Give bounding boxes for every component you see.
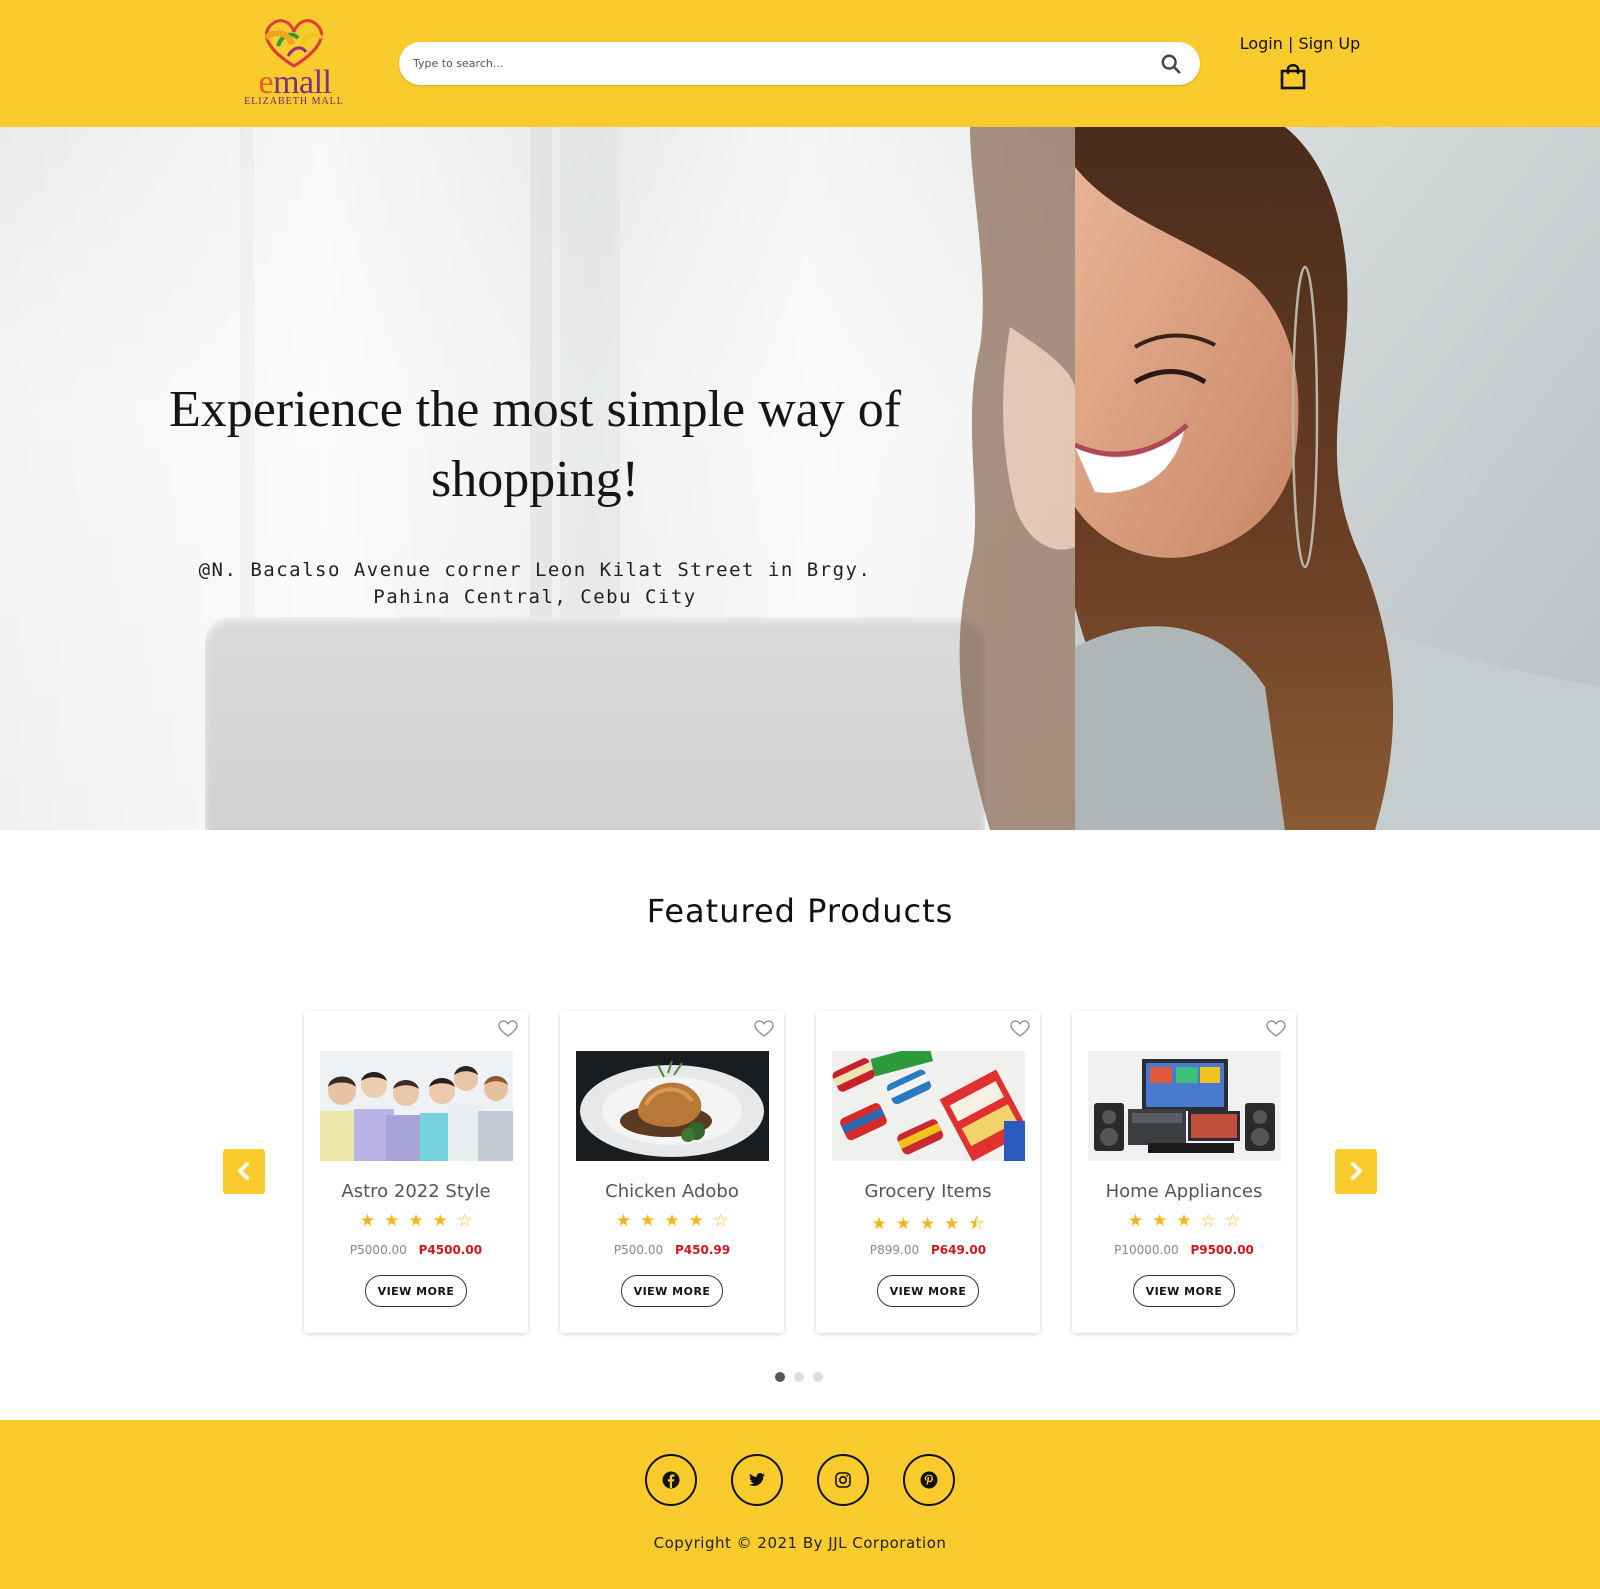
product-card: Astro 2022 Style ★★★★☆ P5000.00 P4500.00… — [304, 1011, 528, 1333]
product-name[interactable]: Home Appliances — [1072, 1181, 1296, 1202]
pinterest-link[interactable] — [903, 1454, 955, 1506]
product-card: Home Appliances ★★★☆☆ P10000.00 P9500.00… — [1072, 1011, 1296, 1333]
twitter-icon — [749, 1473, 765, 1486]
view-more-button[interactable]: VIEW MORE — [621, 1275, 723, 1307]
product-rating-stars: ★★★★☆ — [615, 1211, 738, 1231]
emall-logo[interactable]: emall ELIZABETH MALL — [240, 16, 348, 110]
logo-heart-icon — [263, 19, 324, 68]
featured-products-title: Featured Products — [646, 892, 954, 930]
hero-address: @N. Bacalso Avenue corner Leon Kilat Str… — [170, 557, 900, 611]
hero-face-overlay — [930, 127, 1075, 830]
instagram-link[interactable] — [817, 1454, 869, 1506]
signup-link[interactable]: Sign Up — [1298, 34, 1360, 53]
facebook-icon — [662, 1471, 680, 1489]
product-name[interactable]: Astro 2022 Style — [304, 1181, 528, 1202]
chevron-left-icon — [238, 1162, 249, 1180]
carousel-dot-2[interactable] — [794, 1372, 804, 1382]
instagram-icon — [835, 1472, 851, 1488]
twitter-link[interactable] — [731, 1454, 783, 1506]
product-sale-price: P4500.00 — [418, 1243, 483, 1257]
heart-icon[interactable] — [1266, 1020, 1286, 1038]
product-card: Grocery Items ★★★★⯪ P899.00 P649.00 VIEW… — [816, 1011, 1040, 1333]
product-old-price: P10000.00 — [1114, 1243, 1179, 1257]
facebook-link[interactable] — [645, 1454, 697, 1506]
product-rating-stars: ★★★★☆ — [359, 1211, 482, 1231]
product-card: Chicken Adobo ★★★★☆ P500.00 P450.99 VIEW… — [560, 1011, 784, 1333]
carousel-next-button[interactable] — [1335, 1149, 1377, 1194]
carousel-pagination — [775, 1372, 835, 1384]
hero-woman-photo — [1075, 127, 1600, 830]
product-rating-stars: ★★★★⯪ — [871, 1214, 994, 1234]
product-rating-stars: ★★★☆☆ — [1127, 1211, 1250, 1231]
hero-address-line-1: @N. Bacalso Avenue corner Leon Kilat Str… — [198, 559, 872, 581]
product-sale-price: P9500.00 — [1190, 1243, 1254, 1257]
pinterest-icon — [920, 1471, 938, 1489]
product-carousel: Astro 2022 Style ★★★★☆ P5000.00 P4500.00… — [304, 1011, 1298, 1335]
site-header: emall ELIZABETH MALL Login | Sign Up — [0, 0, 1600, 127]
hero-laptop-image — [205, 617, 985, 830]
product-name[interactable]: Chicken Adobo — [560, 1181, 784, 1202]
product-sale-price: P450.99 — [674, 1243, 731, 1257]
login-link[interactable]: Login — [1240, 34, 1283, 53]
shopping-bag-icon[interactable] — [1280, 62, 1306, 90]
heart-icon[interactable] — [754, 1020, 774, 1038]
product-image[interactable] — [576, 1051, 769, 1161]
product-name[interactable]: Grocery Items — [816, 1181, 1040, 1202]
logo-subtitle: ELIZABETH MALL — [244, 96, 344, 107]
heart-icon[interactable] — [498, 1020, 518, 1038]
product-prices: P500.00 P450.99 — [560, 1243, 784, 1257]
hero-address-line-2: Pahina Central, Cebu City — [373, 586, 697, 608]
product-image[interactable] — [1088, 1051, 1281, 1161]
chevron-right-icon — [1351, 1162, 1362, 1180]
search-input[interactable] — [413, 42, 1133, 85]
product-image[interactable] — [320, 1051, 513, 1161]
search-icon[interactable] — [1160, 53, 1182, 75]
search-bar — [399, 42, 1200, 85]
carousel-dot-3[interactable] — [813, 1372, 823, 1382]
hero-banner: Experience the most simple way of shoppi… — [0, 127, 1600, 830]
view-more-button[interactable]: VIEW MORE — [1133, 1275, 1235, 1307]
product-old-price: P899.00 — [869, 1243, 920, 1257]
carousel-prev-button[interactable] — [223, 1149, 265, 1194]
site-footer: Copyright © 2021 By JJL Corporation — [0, 1420, 1600, 1589]
product-image[interactable] — [832, 1051, 1025, 1161]
auth-separator: | — [1287, 34, 1294, 53]
product-prices: P899.00 P649.00 — [816, 1243, 1040, 1257]
hero-title: Experience the most simple way of shoppi… — [168, 381, 902, 508]
view-more-button[interactable]: VIEW MORE — [365, 1275, 467, 1307]
auth-links: Login | Sign Up — [1232, 34, 1368, 53]
logo-wordmark: emall — [250, 66, 340, 100]
view-more-button[interactable]: VIEW MORE — [877, 1275, 979, 1307]
product-prices: P5000.00 P4500.00 — [304, 1243, 528, 1257]
copyright-text: Copyright © 2021 By JJL Corporation — [653, 1534, 947, 1552]
carousel-dot-1[interactable] — [775, 1372, 785, 1382]
product-old-price: P5000.00 — [349, 1243, 407, 1257]
product-sale-price: P649.00 — [930, 1243, 987, 1257]
product-prices: P10000.00 P9500.00 — [1072, 1243, 1296, 1257]
heart-icon[interactable] — [1010, 1020, 1030, 1038]
product-old-price: P500.00 — [613, 1243, 664, 1257]
